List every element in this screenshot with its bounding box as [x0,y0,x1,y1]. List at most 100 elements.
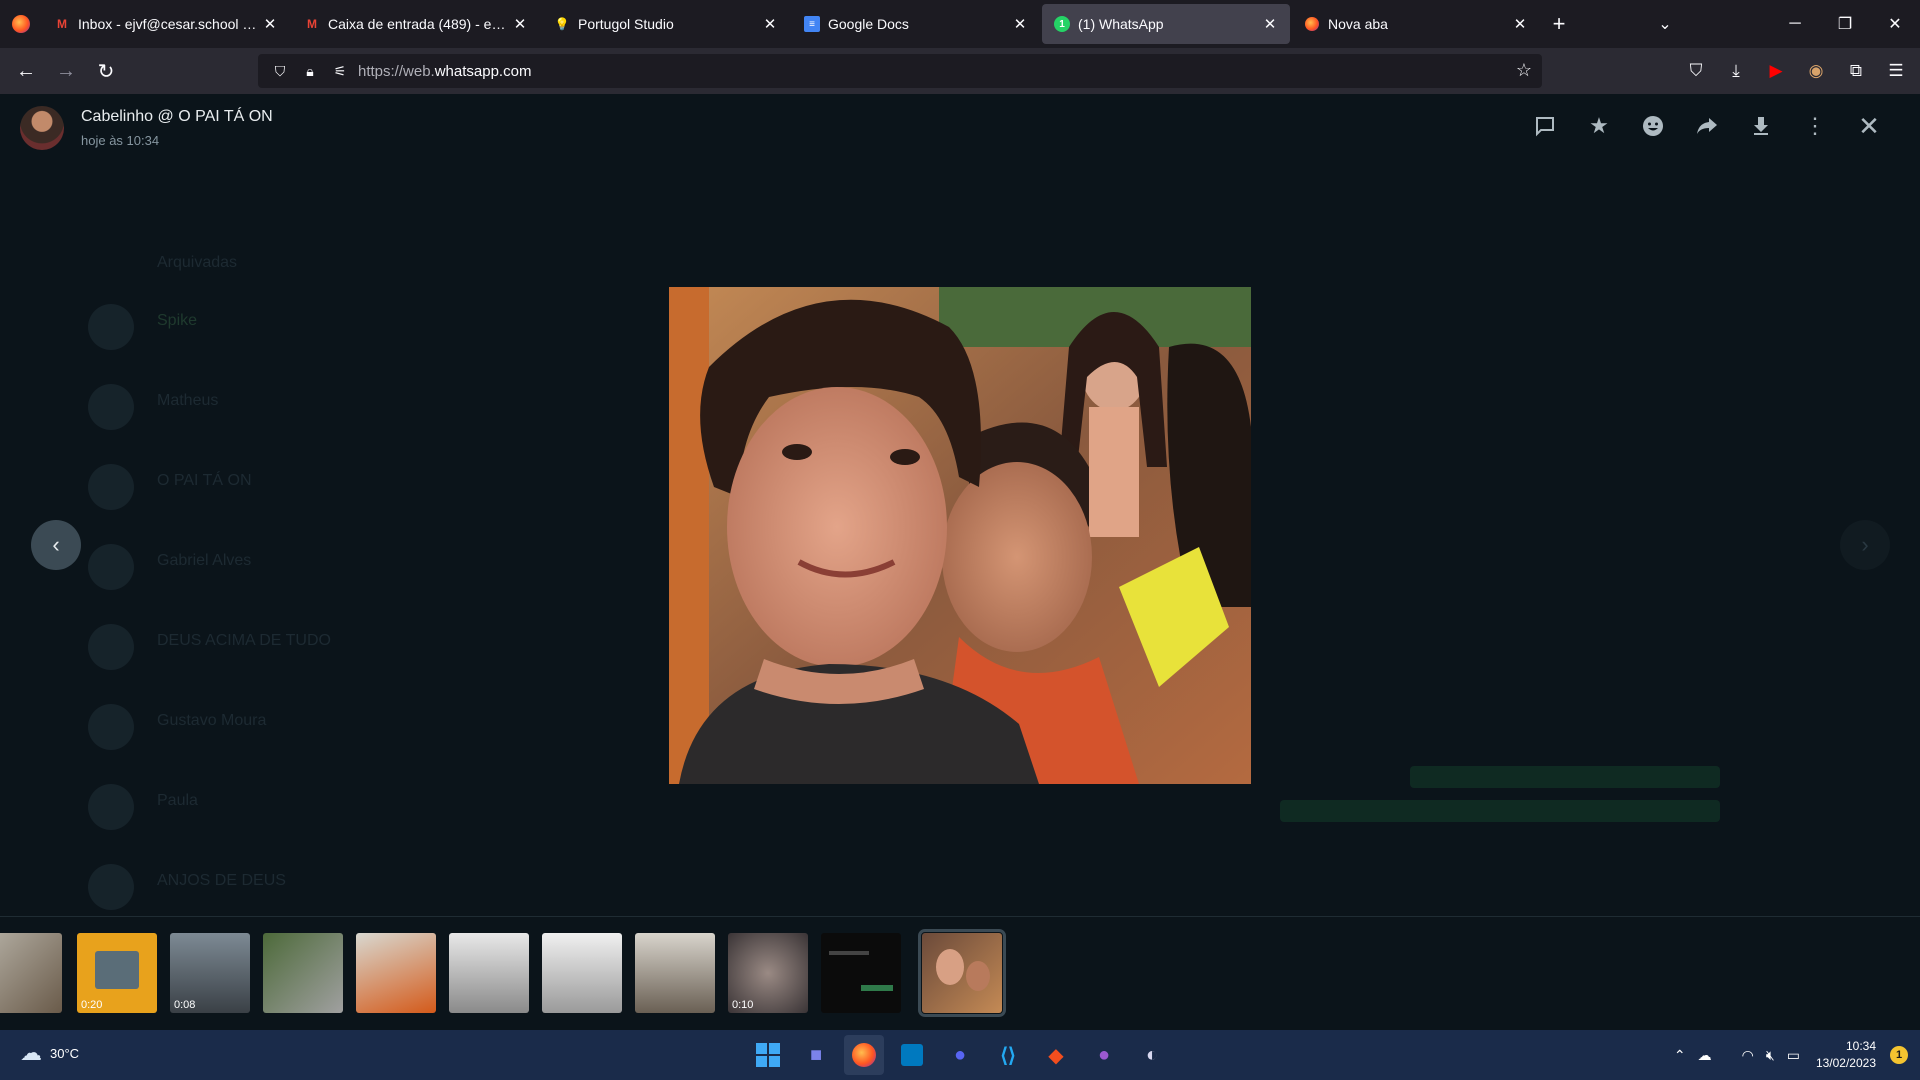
forward-icon[interactable]: → [46,51,86,91]
cloud-icon: ☁ [20,1040,42,1065]
close-tab-icon[interactable]: ✕ [1510,15,1530,33]
onedrive-icon[interactable]: ☁ [1698,1047,1712,1064]
new-tab-button[interactable]: + [1542,7,1576,41]
media-thumbnail[interactable] [356,933,436,1013]
media-thumbnail[interactable] [0,933,62,1013]
forward-icon[interactable] [1680,106,1734,146]
avatar [88,624,134,670]
video-duration: 0:08 [174,999,196,1011]
close-tab-icon[interactable]: ✕ [1010,15,1030,33]
weather-widget[interactable]: ☁ 30°C [20,1040,79,1066]
media-thumbnail-selected[interactable] [918,929,1006,1017]
chat-name: Gabriel Alves [157,552,252,569]
profile-extension-icon[interactable]: ◉ [1796,51,1836,91]
tab-inbox-cesar[interactable]: M Inbox - ejvf@cesar.school - CESAR ✕ [42,4,290,44]
media-thumbnail[interactable] [635,933,715,1013]
download-icon[interactable] [1734,106,1788,146]
wifi-icon[interactable]: ◠ [1742,1047,1754,1064]
reload-icon[interactable]: ↻ [86,51,126,91]
media-thumbnail[interactable] [449,933,529,1013]
back-icon[interactable]: ← [6,51,46,91]
downloads-icon[interactable]: ⤓ [1716,51,1756,91]
emoji-icon[interactable] [1626,106,1680,146]
tab-portugol-studio[interactable]: 💡 Portugol Studio ✕ [542,4,790,44]
close-window-icon[interactable]: ✕ [1870,0,1920,48]
permissions-icon[interactable]: ⚟ [328,63,352,80]
tab-nova-aba[interactable]: Nova aba ✕ [1292,4,1540,44]
tab-title: Caixa de entrada (489) - eurivalj [328,16,510,32]
close-tab-icon[interactable]: ✕ [510,15,530,33]
menu-icon[interactable]: ⋮ [1788,106,1842,146]
media-thumbnail-strip: 0:20 0:08 0:10 [0,916,1920,1030]
tab-title: Inbox - ejvf@cesar.school - CESAR [78,16,260,32]
media-photo [669,287,1251,784]
firefox-icon [1304,16,1320,32]
gmail-icon: M [307,17,317,31]
url-prefix: https://web. [358,62,435,80]
clock-time: 10:34 [1845,1039,1876,1053]
windows-taskbar: ☁ 30°C ■ ● ⟨⟩ ◆ ● ◐ ⌃ ☁ ◠ 🔇︎ ▭ 10:34 13/… [0,1030,1920,1080]
image-placeholder-icon [95,951,139,989]
next-media-button[interactable]: › [1840,520,1890,570]
shield-icon[interactable]: ⛉ [268,63,292,80]
clock[interactable]: 10:34 13/02/2023 [1816,1038,1876,1072]
ghost-message-bubble [1280,800,1720,822]
media-thumbnail[interactable]: 0:20 [77,933,157,1013]
trello-icon[interactable] [892,1035,932,1075]
media-thumbnail[interactable] [263,933,343,1013]
lightbulb-icon: 💡 [554,17,570,31]
chat-name: Spike [157,312,198,329]
previous-media-button[interactable]: ‹ [31,520,81,570]
sender-avatar[interactable] [20,106,64,150]
extensions-icon[interactable]: ⧉ [1836,51,1876,91]
teams-chat-icon[interactable]: ■ [796,1035,836,1075]
avatar [88,864,134,910]
star-icon[interactable]: ★ [1572,106,1626,146]
docs-icon: ≡ [804,16,820,32]
figma-icon[interactable]: ◆ [1036,1035,1076,1075]
windows-start-icon[interactable] [748,1035,788,1075]
lock-icon[interactable]: 🔒︎ [298,63,322,80]
battery-icon[interactable]: ▭ [1787,1047,1800,1064]
tab-google-docs[interactable]: ≡ Google Docs ✕ [792,4,1040,44]
chevron-up-icon[interactable]: ⌃ [1674,1047,1686,1064]
url-text[interactable]: https://web.whatsapp.com [358,63,531,80]
youtube-extension-icon[interactable]: ▶ [1756,51,1796,91]
firefox-taskbar-icon[interactable] [844,1035,884,1075]
tab-title: Nova aba [1328,16,1388,32]
pocket-icon[interactable]: ⛉ [1676,51,1716,91]
close-tab-icon[interactable]: ✕ [260,15,280,33]
github-desktop-icon[interactable]: ● [1084,1035,1124,1075]
chat-name: O PAI TÁ ON [157,472,252,489]
close-icon[interactable]: ✕ [1842,106,1896,146]
media-thumbnail[interactable]: 0:10 [728,933,808,1013]
reply-icon[interactable] [1518,106,1572,146]
taskbar-apps: ■ ● ⟨⟩ ◆ ● ◐ [748,1035,1180,1075]
volume-muted-icon[interactable]: 🔇︎ [1766,1047,1775,1064]
avatar [88,464,134,510]
media-thumbnail[interactable] [821,933,901,1013]
ghost-chat-line [861,985,893,991]
restore-icon[interactable]: ❐ [1820,0,1870,48]
close-tab-icon[interactable]: ✕ [760,15,780,33]
tab-caixa-de-entrada[interactable]: M Caixa de entrada (489) - eurivalj ✕ [292,4,540,44]
url-bar[interactable]: ⛉ 🔒︎ ⚟ https://web.whatsapp.com ☆ [258,54,1542,88]
list-all-tabs-icon[interactable]: ⌄ [1640,0,1690,48]
discord-icon[interactable]: ● [940,1035,980,1075]
media-thumbnail[interactable] [542,933,622,1013]
bookmark-star-icon[interactable]: ☆ [1516,60,1532,81]
firefox-icon[interactable] [0,0,42,48]
notification-badge[interactable]: 1 [1890,1046,1908,1064]
vscode-icon[interactable]: ⟨⟩ [988,1035,1028,1075]
chat-name: Arquivadas [157,254,238,271]
sender-name[interactable]: Cabelinho @ O PAI TÁ ON [81,108,273,126]
url-domain: whatsapp.com [434,62,532,80]
chat-name: Paula [157,792,198,809]
tab-whatsapp[interactable]: 1 (1) WhatsApp ✕ [1042,4,1290,44]
obs-icon[interactable]: ◐ [1132,1035,1172,1075]
media-thumbnail[interactable]: 0:08 [170,933,250,1013]
minimize-icon[interactable]: ─ [1770,0,1820,48]
app-menu-icon[interactable]: ☰ [1876,51,1916,91]
close-tab-icon[interactable]: ✕ [1260,15,1280,33]
audio-duration: 0:20 [81,999,103,1011]
